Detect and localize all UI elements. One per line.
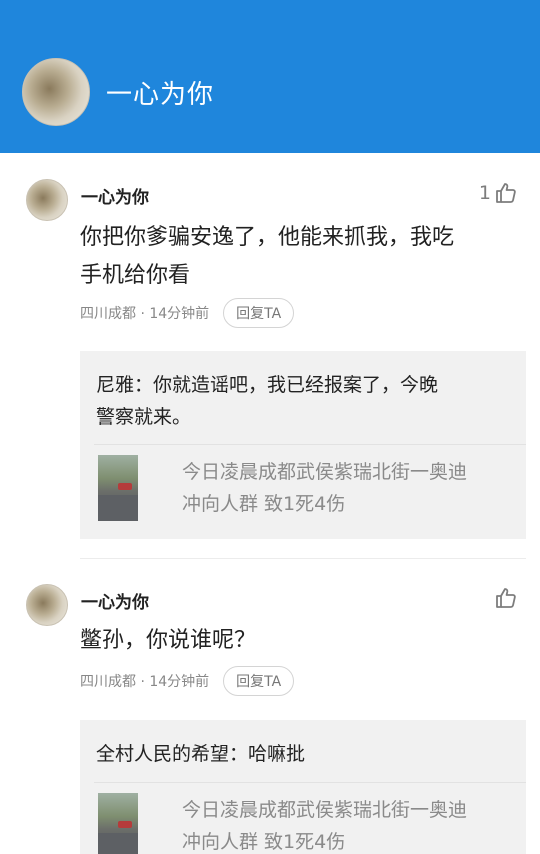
comment-meta: 四川成都 · 14分钟前 回复TA <box>80 298 295 328</box>
commenter-avatar[interactable] <box>26 584 68 626</box>
quote-text: 全村人民的希望：哈嘛批 <box>96 743 306 765</box>
article-link-card[interactable]: 今日凌晨成都武侯紫瑞北街一奥迪 冲向人群 致1死4伤 <box>94 444 526 530</box>
reply-button[interactable]: 回复TA <box>223 298 295 328</box>
location-time: 四川成都 · 14分钟前 <box>80 306 210 322</box>
comment-item: 一心为你 鳖孙，你说谁呢？ 四川成都 · 14分钟前 回复TA 全村人民的希望：… <box>0 558 540 854</box>
quoted-reply[interactable]: 尼雅：你就造谣吧，我已经报案了，今晚 警察就来。 今日凌晨成都武侯紫瑞北街一奥迪… <box>80 351 526 539</box>
comment-text: 鳖孙，你说谁呢？ <box>80 628 257 653</box>
like-count: 1 <box>478 182 491 204</box>
article-title: 今日凌晨成都武侯紫瑞北街一奥迪 冲向人群 致1死4伤 <box>182 798 468 853</box>
user-avatar[interactable] <box>22 58 90 126</box>
commenter-name[interactable]: 一心为你 <box>81 183 149 208</box>
location-time: 四川成都 · 14分钟前 <box>80 674 210 690</box>
comment-text: 你把你爹骗安逸了，他能来抓我，我吃 手机给你看 <box>80 225 455 288</box>
quote-text: 尼雅：你就造谣吧，我已经报案了，今晚 警察就来。 <box>96 374 439 428</box>
like-button[interactable]: 1 <box>479 181 518 205</box>
comment-meta: 四川成都 · 14分钟前 回复TA <box>80 666 295 696</box>
thumbs-up-icon <box>496 588 516 608</box>
page-title: 一心为你 <box>106 80 215 110</box>
article-thumbnail <box>98 792 138 854</box>
commenter-avatar[interactable] <box>26 179 68 221</box>
like-button[interactable] <box>494 586 518 610</box>
comment-item: 一心为你 1 你把你爹骗安逸了，他能来抓我，我吃 手机给你看 四川成都 · 14… <box>0 153 540 558</box>
reply-button[interactable]: 回复TA <box>223 666 295 696</box>
thumbs-up-icon <box>496 183 516 203</box>
commenter-name[interactable]: 一心为你 <box>81 588 149 613</box>
quoted-reply[interactable]: 全村人民的希望：哈嘛批 今日凌晨成都武侯紫瑞北街一奥迪 冲向人群 致1死4伤 <box>80 720 526 854</box>
article-title: 今日凌晨成都武侯紫瑞北街一奥迪 冲向人群 致1死4伤 <box>182 460 468 515</box>
app-header: 一心为你 <box>0 0 540 153</box>
article-thumbnail <box>98 454 138 521</box>
article-link-card[interactable]: 今日凌晨成都武侯紫瑞北街一奥迪 冲向人群 致1死4伤 <box>94 782 526 854</box>
